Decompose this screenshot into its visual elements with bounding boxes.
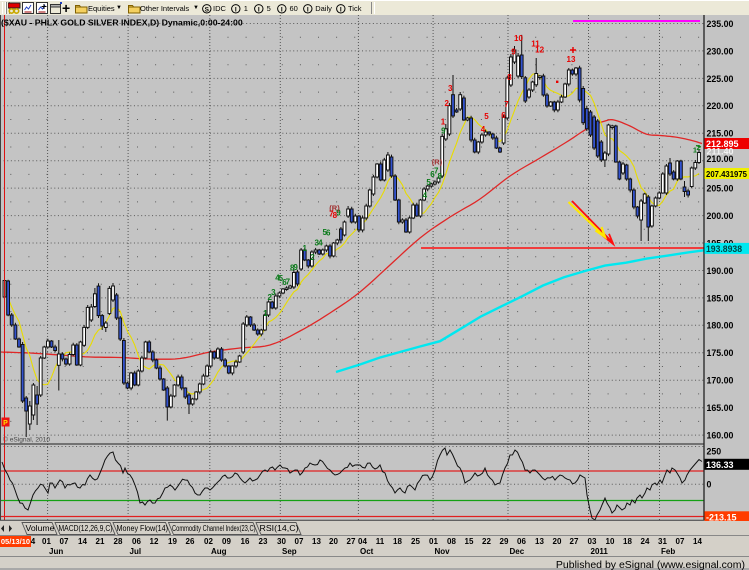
svg-text:3: 3 (271, 288, 276, 297)
svg-text:160.00: 160.00 (707, 431, 734, 441)
svg-text:2: 2 (310, 253, 315, 262)
svg-text:($XAU - PHLX GOLD SILVER INDEX: ($XAU - PHLX GOLD SILVER INDEX,D) Dynami… (1, 18, 243, 28)
svg-text:5: 5 (426, 178, 431, 187)
svg-text:1: 1 (263, 309, 268, 318)
svg-text:(R): (R) (329, 204, 340, 213)
svg-text:250: 250 (707, 446, 722, 456)
svg-text:215.00: 215.00 (707, 129, 734, 139)
svg-text:1: 1 (441, 118, 446, 127)
svg-text:2: 2 (444, 99, 449, 108)
svg-text:190.00: 190.00 (707, 266, 734, 276)
svg-text:8: 8 (437, 172, 442, 181)
svg-text:9: 9 (511, 48, 516, 57)
svg-text:P: P (3, 420, 8, 427)
svg-text:211.40: 211.40 (707, 147, 734, 157)
svg-text:I: I (307, 6, 309, 13)
svg-text:230.00: 230.00 (707, 46, 734, 56)
svg-text:2: 2 (697, 143, 701, 152)
svg-text:8: 8 (507, 73, 512, 82)
svg-text:136.33: 136.33 (706, 460, 734, 470)
svg-text:235.00: 235.00 (707, 19, 734, 29)
svg-text:RSI(14,C): RSI(14,C) (260, 524, 299, 533)
svg-text:-213.15: -213.15 (706, 512, 737, 521)
svg-text:Volume: Volume (26, 524, 55, 533)
svg-text:I: I (258, 6, 260, 13)
svg-text:0: 0 (707, 480, 712, 490)
svg-text:3: 3 (448, 84, 453, 93)
svg-text:I: I (235, 6, 237, 13)
svg-text:I: I (280, 6, 282, 13)
svg-text:13: 13 (567, 55, 576, 64)
svg-text:175.00: 175.00 (707, 348, 734, 358)
svg-text:193.8938: 193.8938 (706, 244, 742, 254)
svg-text:4: 4 (481, 125, 486, 134)
svg-text:12: 12 (535, 46, 544, 55)
svg-text:7: 7 (286, 278, 291, 287)
svg-text:9: 9 (441, 127, 446, 136)
svg-text:225.00: 225.00 (707, 74, 734, 84)
svg-text:4: 4 (423, 191, 428, 200)
svg-text:170.00: 170.00 (707, 376, 734, 386)
svg-text:180.00: 180.00 (707, 321, 734, 331)
svg-text:MACD(12,26,9,C): MACD(12,26,9,C) (59, 524, 113, 533)
svg-text:S: S (204, 6, 209, 13)
svg-text:5: 5 (484, 112, 489, 121)
svg-text:207.431975: 207.431975 (706, 169, 747, 179)
svg-text:200.00: 200.00 (707, 211, 734, 221)
svg-text:165.00: 165.00 (707, 403, 734, 413)
svg-text:Commodity Channel Index(23,C): Commodity Channel Index(23,C) (172, 524, 256, 533)
svg-text:220.00: 220.00 (707, 101, 734, 111)
svg-text:10: 10 (514, 34, 523, 43)
svg-text:205.00: 205.00 (707, 184, 734, 194)
svg-text:9: 9 (293, 263, 298, 272)
svg-text:7: 7 (504, 100, 509, 109)
svg-text:6: 6 (326, 229, 331, 238)
svg-text:(R): (R) (432, 158, 443, 167)
svg-text:4: 4 (318, 239, 323, 248)
svg-text:1: 1 (302, 244, 307, 253)
svg-text:© eSignal, 2010: © eSignal, 2010 (3, 436, 50, 444)
svg-text:Money Flow(14): Money Flow(14) (117, 524, 169, 533)
svg-text:6: 6 (501, 111, 506, 120)
svg-text:I: I (339, 6, 341, 13)
svg-text:185.00: 185.00 (707, 293, 734, 303)
